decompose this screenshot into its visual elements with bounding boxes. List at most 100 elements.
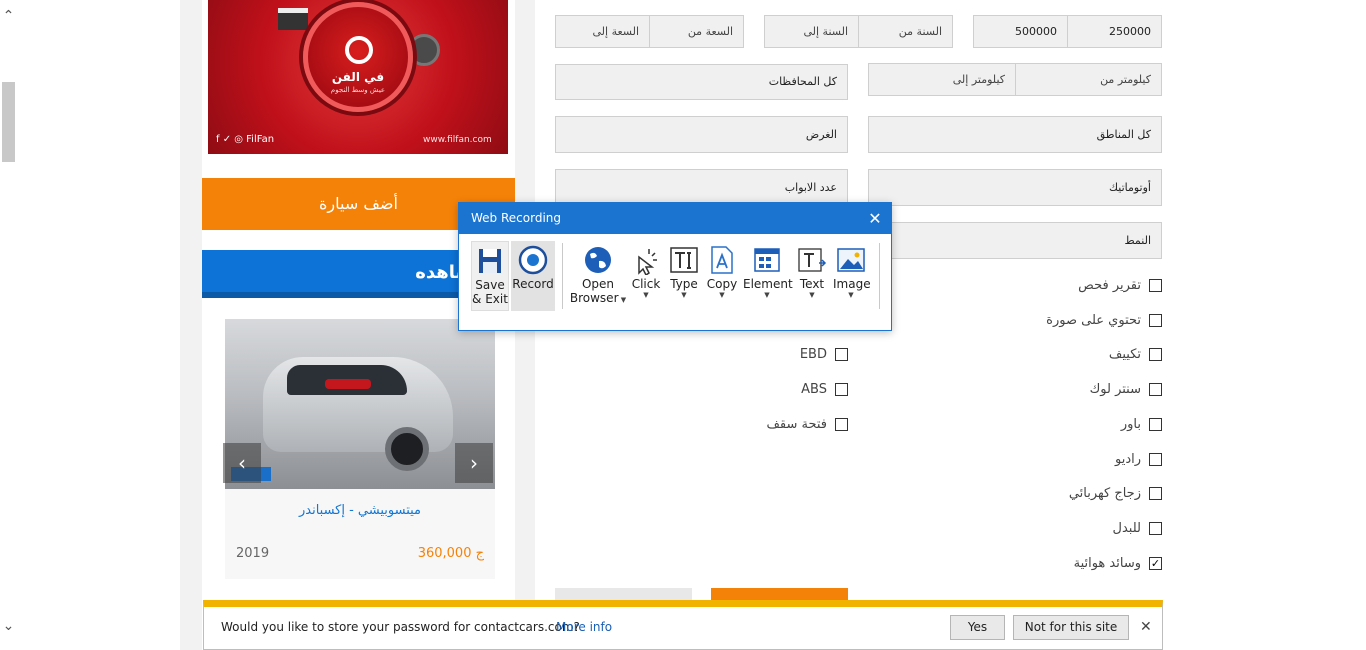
- web-recording-panel: Web Recording ✕ Save & Exit Record Open …: [458, 202, 892, 331]
- checkbox-box[interactable]: [1149, 452, 1162, 466]
- checkbox-label: سنتر لوك: [1089, 381, 1141, 397]
- checkbox-box[interactable]: [1149, 313, 1162, 327]
- year-to-field[interactable]: السنة إلى: [764, 15, 859, 48]
- km-to-field[interactable]: كيلومتر إلى: [868, 63, 1016, 96]
- type-label: Type: [670, 277, 698, 291]
- checkbox-box[interactable]: [1149, 347, 1162, 361]
- transmission-select[interactable]: أوتوماتيك: [868, 169, 1162, 206]
- checkbox-box[interactable]: [835, 382, 848, 396]
- close-icon[interactable]: ✕: [1140, 619, 1152, 635]
- scroll-down-icon[interactable]: ⌄: [0, 618, 17, 634]
- image-label: Image: [833, 277, 871, 291]
- checkbox-box[interactable]: [1149, 382, 1162, 396]
- checkbox-box[interactable]: [1149, 486, 1162, 500]
- price-from-field[interactable]: 250000: [1067, 15, 1162, 48]
- chevron-down-icon: ▼: [618, 296, 627, 304]
- toolbar-separator: [562, 243, 563, 309]
- scroll-up-icon[interactable]: ⌃: [0, 8, 17, 24]
- checkbox-label: تكييف: [1108, 346, 1141, 362]
- ad-brand-text: في الفن: [331, 70, 385, 84]
- car-wheel-shape: [385, 427, 429, 471]
- style-select[interactable]: النمط: [868, 222, 1162, 259]
- checkbox-abs[interactable]: ABS: [700, 380, 848, 398]
- checkbox-ebd[interactable]: EBD: [700, 345, 848, 363]
- filfan-logo-icon: [345, 36, 373, 64]
- save-label-line1: Save: [475, 278, 505, 292]
- checkbox-box[interactable]: [835, 347, 848, 361]
- click-label: Click: [631, 277, 661, 291]
- doors-select[interactable]: عدد الابواب: [555, 169, 848, 206]
- document-a-icon: [711, 246, 733, 274]
- checkbox-label: فتحة سقف: [766, 416, 827, 432]
- checkbox-sunroof[interactable]: فتحة سقف: [700, 415, 848, 433]
- scroll-thumb[interactable]: [2, 82, 15, 162]
- capacity-to-field[interactable]: السعة إلى: [555, 15, 650, 48]
- toolbar-separator: [879, 243, 880, 309]
- checkbox-power[interactable]: باور: [1000, 415, 1162, 433]
- km-from-field[interactable]: كيلومتر من: [1015, 63, 1162, 96]
- chevron-down-icon: ▼: [681, 291, 687, 299]
- copy-label: Copy: [706, 277, 738, 291]
- element-label: Element: [743, 277, 793, 291]
- yes-button[interactable]: Yes: [950, 615, 1005, 640]
- checkbox-exchange[interactable]: للبدل: [1000, 519, 1162, 537]
- checkbox-airbags[interactable]: ✓ وسائد هوائية: [1000, 554, 1162, 572]
- checkbox-box[interactable]: ✓: [1149, 556, 1162, 570]
- element-button[interactable]: Element ▼: [743, 241, 793, 311]
- chevron-down-icon: ▼: [643, 291, 649, 299]
- type-button[interactable]: Type ▼: [667, 241, 701, 311]
- region-select[interactable]: كل المناطق: [868, 116, 1162, 153]
- record-label: Record: [512, 277, 554, 291]
- checkbox-power-windows[interactable]: زجاج كهربائي: [1000, 484, 1162, 502]
- chevron-down-icon: ▼: [764, 291, 770, 299]
- open-browser-line2: Browser ▼: [569, 291, 627, 305]
- open-browser-button[interactable]: Open Browser ▼: [569, 241, 627, 311]
- more-info-link[interactable]: More info: [556, 620, 612, 634]
- checkbox-box[interactable]: [835, 417, 848, 431]
- ad-url: www.filfan.com: [423, 135, 492, 145]
- checkbox-label: ABS: [801, 381, 827, 397]
- checkbox-central-lock[interactable]: سنتر لوك: [1000, 380, 1162, 398]
- open-browser-line1: Open: [581, 277, 615, 291]
- clapperboard-icon: [278, 8, 308, 30]
- cursor-click-icon: [638, 249, 657, 275]
- checkbox-box[interactable]: [1149, 278, 1162, 292]
- checkbox-inspection-report[interactable]: تقرير فحص: [1000, 276, 1162, 294]
- chevron-down-icon: ▼: [719, 291, 725, 299]
- element-grid-icon: [754, 248, 780, 272]
- ad-social-text: f ✓ ◎ FilFan: [216, 134, 275, 145]
- text-button[interactable]: Text ▼: [795, 241, 829, 311]
- click-button[interactable]: Click ▼: [629, 241, 663, 311]
- copy-button[interactable]: Copy ▼: [705, 241, 739, 311]
- checkbox-label: وسائد هوائية: [1073, 555, 1141, 571]
- close-icon[interactable]: ✕: [859, 203, 891, 234]
- filfan-ad-banner[interactable]: في الفن عيش وسط النجوم f ✓ ◎ FilFan www.…: [208, 0, 508, 154]
- checkbox-box[interactable]: [1149, 417, 1162, 431]
- image-button[interactable]: Image ▼: [833, 241, 871, 311]
- car-taillight-shape: [325, 379, 371, 389]
- car-title-link[interactable]: ميتسوبيشي - إكسباندر: [225, 503, 495, 518]
- car-price: 360,000 ج: [417, 546, 484, 561]
- year-from-field[interactable]: السنة من: [858, 15, 953, 48]
- save-exit-button[interactable]: Save & Exit: [471, 241, 509, 311]
- purpose-select[interactable]: الغرض: [555, 116, 848, 153]
- not-for-this-site-button[interactable]: Not for this site: [1013, 615, 1129, 640]
- checkbox-box[interactable]: [1149, 521, 1162, 535]
- carousel-next-icon[interactable]: ›: [455, 443, 493, 483]
- password-save-infobar: Would you like to store your password fo…: [203, 600, 1163, 650]
- checkbox-label: للبدل: [1112, 520, 1141, 536]
- price-to-field[interactable]: 500000: [973, 15, 1068, 48]
- globe-icon: [585, 247, 611, 273]
- chevron-down-icon: ▼: [809, 291, 815, 299]
- checkbox-radio[interactable]: راديو: [1000, 450, 1162, 468]
- checkbox-has-photo[interactable]: تحتوي على صورة: [1000, 311, 1162, 329]
- record-button[interactable]: Record: [511, 241, 555, 311]
- capacity-from-field[interactable]: السعة من: [649, 15, 744, 48]
- password-question: Would you like to store your password fo…: [221, 620, 580, 634]
- checkbox-label: راديو: [1114, 451, 1141, 467]
- ad-tagline: عيش وسط النجوم: [330, 86, 386, 94]
- checkbox-label: EBD: [799, 346, 827, 362]
- governorate-select[interactable]: كل المحافظات: [555, 64, 848, 100]
- checkbox-ac[interactable]: تكييف: [1000, 345, 1162, 363]
- carousel-prev-icon[interactable]: ‹: [223, 443, 261, 483]
